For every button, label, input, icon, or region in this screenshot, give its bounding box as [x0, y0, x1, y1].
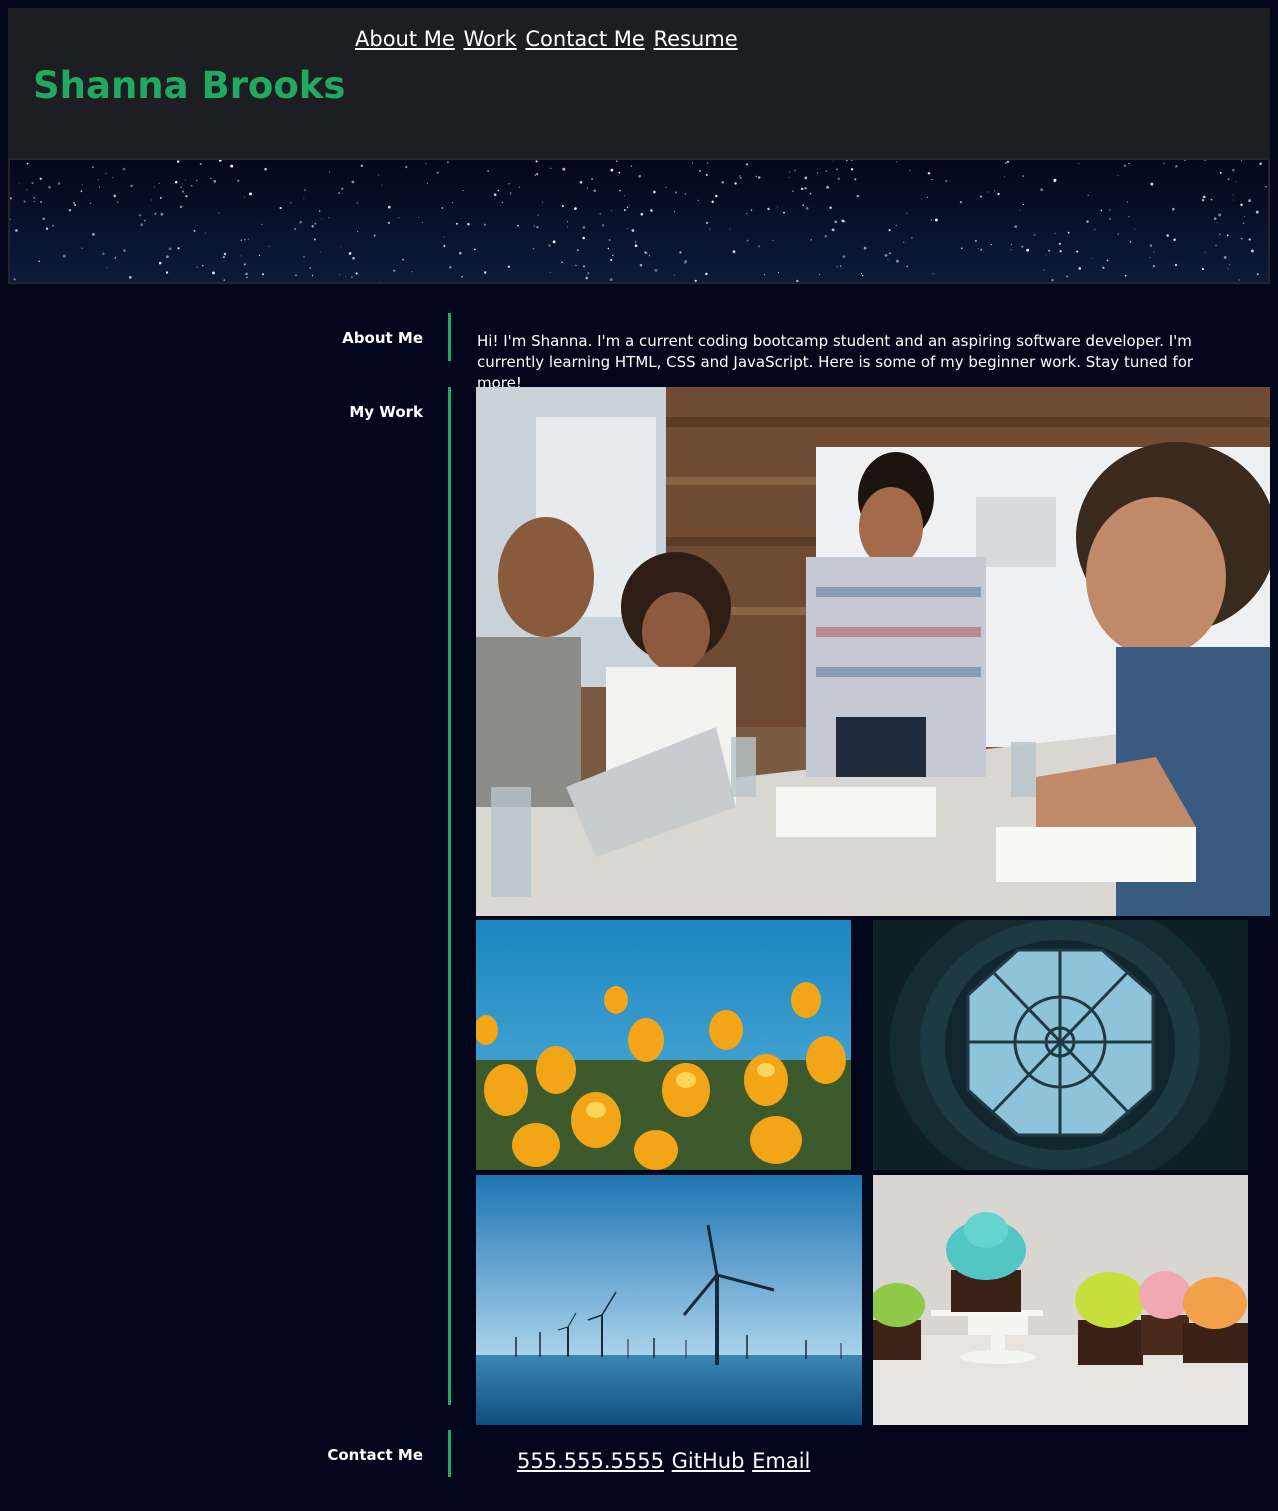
project-image-flowers[interactable]: [476, 920, 851, 1170]
site-header: Shanna Brooks About Me Work Contact Me R…: [8, 8, 1270, 158]
starry-sky-banner: [8, 158, 1270, 284]
contact-me-divider: [448, 1430, 451, 1477]
about-me-divider: [448, 313, 451, 361]
nav-contact-me-link[interactable]: Contact Me: [525, 27, 644, 51]
my-work-divider: [448, 387, 451, 1405]
contact-me-heading: Contact Me: [327, 1446, 423, 1464]
nav-work-link[interactable]: Work: [464, 27, 517, 51]
nav-resume-link[interactable]: Resume: [653, 27, 737, 51]
project-image-cupcakes[interactable]: [873, 1175, 1248, 1425]
nav-about-me-link[interactable]: About Me: [355, 27, 455, 51]
contact-links: 555.555.5555 GitHub Email: [517, 1447, 811, 1475]
main-nav: About Me Work Contact Me Resume: [355, 24, 740, 54]
project-image-wind-turbines[interactable]: [476, 1175, 862, 1425]
github-link[interactable]: GitHub: [672, 1449, 745, 1473]
starfield-image: [10, 160, 1268, 282]
my-work-heading: My Work: [349, 403, 423, 421]
phone-link[interactable]: 555.555.5555: [517, 1449, 664, 1473]
about-me-text: Hi! I'm Shanna. I'm a current coding boo…: [477, 332, 1194, 392]
site-name: Shanna Brooks: [33, 64, 346, 107]
email-link[interactable]: Email: [752, 1449, 810, 1473]
about-me-heading: About Me: [342, 329, 423, 347]
project-image-team-meeting[interactable]: [476, 387, 1270, 916]
project-image-skylight[interactable]: [873, 920, 1248, 1170]
